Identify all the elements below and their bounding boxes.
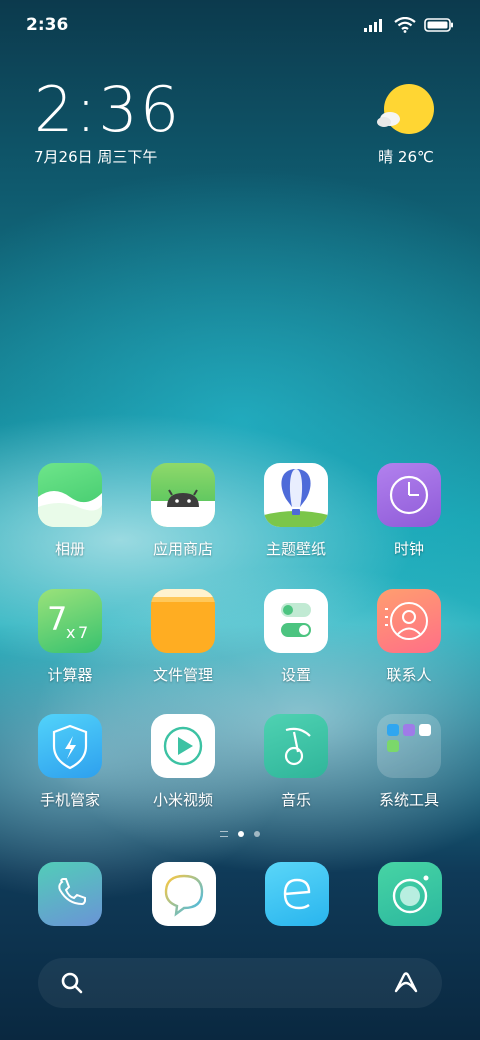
app-label: 文件管理 [152,666,213,684]
clock-widget-date: 7月26日 周三下午 [34,148,158,166]
phone-icon[interactable] [38,862,102,926]
hot-air-balloon-icon [264,463,328,527]
home-list-icon [220,831,228,837]
svg-text:7: 7 [47,600,67,638]
app-label: 时钟 [393,540,424,558]
svg-text:x: x [66,623,75,642]
app-label: 主题壁纸 [265,540,326,558]
wifi-icon [394,17,416,33]
app-label: 联系人 [386,666,432,684]
weather-temp: 晴 26℃ [378,148,434,166]
app-label: 小米视频 [152,791,213,809]
app-file-manager[interactable]: 文件管理 [128,589,238,685]
browser-icon[interactable] [265,862,329,926]
app-calculator[interactable]: 7 x 7 计算器 [15,589,125,685]
music-note-icon [264,714,328,778]
folder-system-tools[interactable]: 系统工具 [354,714,464,810]
app-row: 7 x 7 计算器 文件管理 设置 联系人 [0,589,480,699]
sunny-weather-icon [377,84,434,134]
app-row: 相册 应用商店 主题壁纸 时钟 [0,463,480,573]
app-label: 相册 [54,540,85,558]
svg-text:7: 7 [78,623,88,642]
app-store-icon [151,463,215,527]
app-label: 计算器 [47,666,93,684]
app-label: 音乐 [280,791,311,809]
status-icons [364,17,454,33]
camera-icon[interactable] [378,862,442,926]
dock [0,862,480,926]
status-bar: 2:36 [0,0,480,50]
clock-icon [377,463,441,527]
app-row: 手机管家 小米视频 音乐 系统工具 [0,714,480,824]
gallery-icon [38,463,102,527]
signal-icon [364,19,382,32]
toggle-switches-icon [264,589,328,653]
contact-icon [377,589,441,653]
app-clock[interactable]: 时钟 [354,463,464,559]
battery-icon [424,18,453,32]
messages-icon[interactable] [152,862,216,926]
clock-widget[interactable]: 2:36 7月26日 周三下午 [34,78,181,167]
page-indicator[interactable] [0,831,480,837]
app-music[interactable]: 音乐 [241,714,351,810]
status-time: 2:36 [26,15,69,35]
app-label: 手机管家 [39,791,100,809]
app-mi-video[interactable]: 小米视频 [128,714,238,810]
search-bar[interactable] [38,958,442,1008]
folder-icon [377,714,441,778]
app-label: 应用商店 [152,540,213,558]
app-settings[interactable]: 设置 [241,589,351,685]
page-dot-active [238,831,244,837]
app-label: 设置 [280,666,311,684]
app-label: 系统工具 [378,791,439,809]
weather-widget[interactable]: 晴 26℃ [366,82,446,167]
app-app-store[interactable]: 应用商店 [128,463,238,559]
app-themes[interactable]: 主题壁纸 [241,463,351,559]
app-security[interactable]: 手机管家 [15,714,125,810]
app-gallery[interactable]: 相册 [15,463,125,559]
shield-icon [38,714,102,778]
assistant-icon[interactable] [392,971,420,995]
calculator-icon: 7 x 7 [38,589,102,653]
folder-icon [151,589,215,653]
play-icon [151,714,215,778]
page-dot [254,831,260,837]
app-contacts[interactable]: 联系人 [354,589,464,685]
search-icon[interactable] [60,971,84,995]
clock-widget-time: 2:36 [34,73,182,146]
